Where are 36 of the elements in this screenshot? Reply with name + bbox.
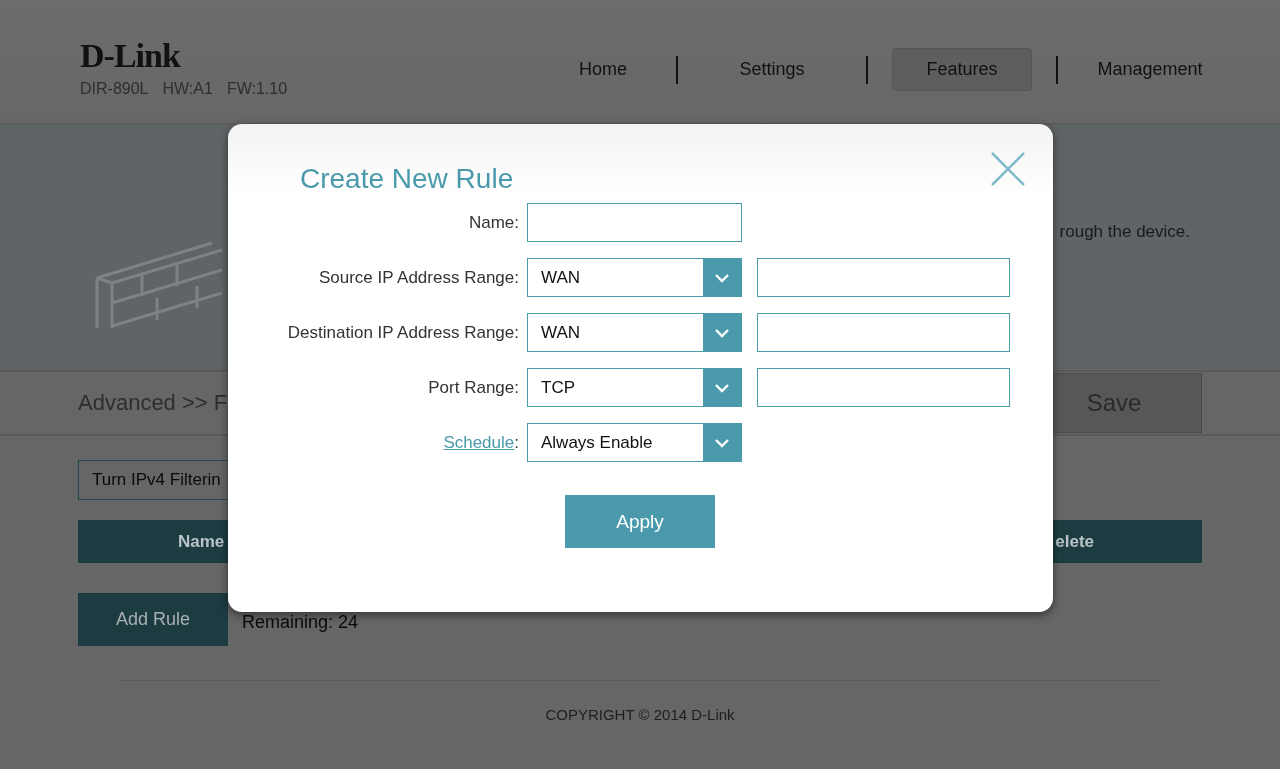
- description-text: rough the device.: [1059, 222, 1191, 242]
- field-label: Port Range:: [428, 377, 519, 398]
- field-label: Destination IP Address Range:: [287, 322, 519, 343]
- breadcrumb: Advanced >> F: [78, 390, 228, 416]
- nav-tab[interactable]: Management: [1074, 48, 1226, 91]
- remaining-count: Remaining: 24: [242, 612, 359, 633]
- dropdown[interactable]: WAN: [527, 258, 742, 297]
- close-icon[interactable]: [991, 152, 1025, 186]
- copyright-text: COPYRIGHT © 2014 D-Link: [544, 706, 736, 723]
- range-field[interactable]: [757, 258, 1010, 297]
- field-label: Source IP Address Range:: [318, 267, 519, 288]
- apply-button[interactable]: Apply: [565, 495, 715, 548]
- chevron-down-icon: [714, 272, 730, 283]
- chevron-down-icon: [714, 437, 730, 448]
- column-header: elete: [1055, 531, 1094, 552]
- nav-tab[interactable]: Home: [530, 48, 676, 91]
- range-field[interactable]: [757, 368, 1010, 407]
- dialog-title: Create New Rule: [300, 163, 514, 195]
- dropdown[interactable]: TCP: [527, 368, 742, 407]
- dropdown[interactable]: WAN: [527, 313, 742, 352]
- chevron-down-icon: [714, 327, 730, 338]
- column-header: Name: [178, 531, 225, 552]
- model-label: DIR-890L: [80, 80, 149, 98]
- logo: D-Link: [80, 38, 182, 74]
- dropdown[interactable]: Always Enable: [527, 423, 742, 462]
- name-field[interactable]: [527, 203, 742, 242]
- hardware-label: HW:A1: [162, 80, 213, 98]
- add-rule-button[interactable]: Add Rule: [78, 593, 228, 646]
- chevron-down-icon: [714, 382, 730, 393]
- range-field[interactable]: [757, 313, 1010, 352]
- nav-tab[interactable]: Features: [892, 48, 1032, 91]
- nav-tab[interactable]: Settings: [678, 48, 866, 91]
- schedule-link[interactable]: Schedule: [443, 432, 515, 453]
- field-label: Name:: [468, 212, 519, 233]
- firmware-label: FW:1.10: [226, 80, 288, 98]
- label-colon: :: [514, 432, 519, 453]
